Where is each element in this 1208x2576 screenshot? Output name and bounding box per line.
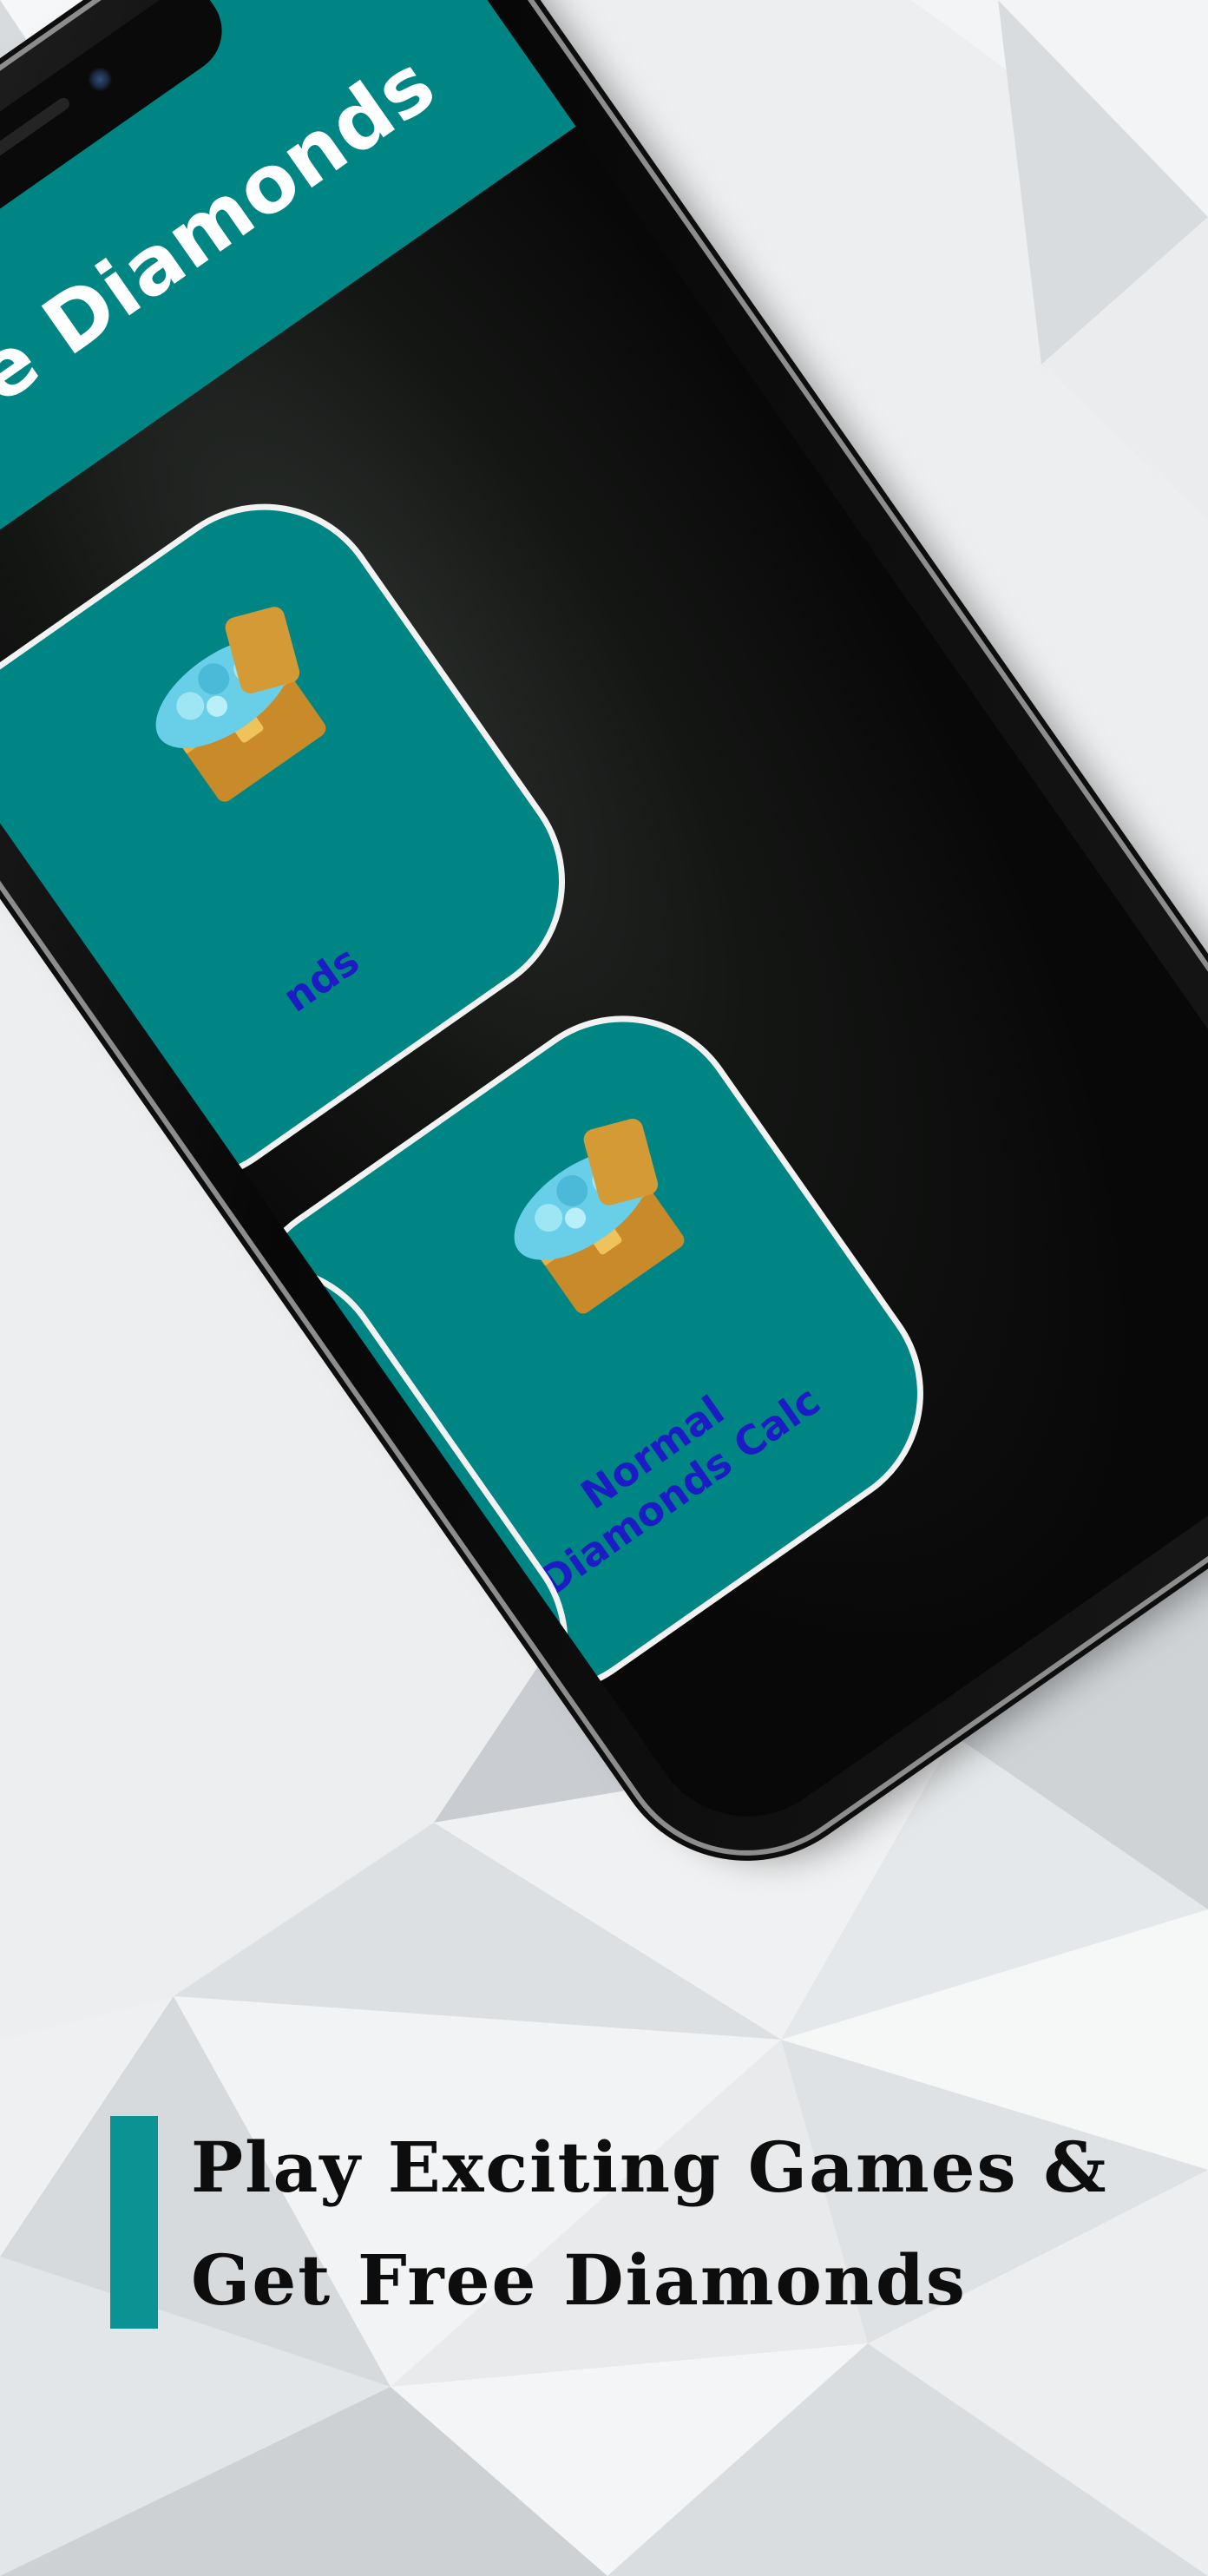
caption-line-1: Play Exciting Games & xyxy=(191,2126,1108,2208)
caption-line-2: Get Free Diamonds xyxy=(191,2239,967,2321)
promo-caption: Play Exciting Games & Get Free Diamonds xyxy=(191,2111,1189,2336)
accent-bar xyxy=(110,2116,158,2329)
diamond-chest-icon xyxy=(514,1118,685,1314)
front-camera xyxy=(82,62,117,96)
diamond-chest-icon xyxy=(155,607,326,802)
